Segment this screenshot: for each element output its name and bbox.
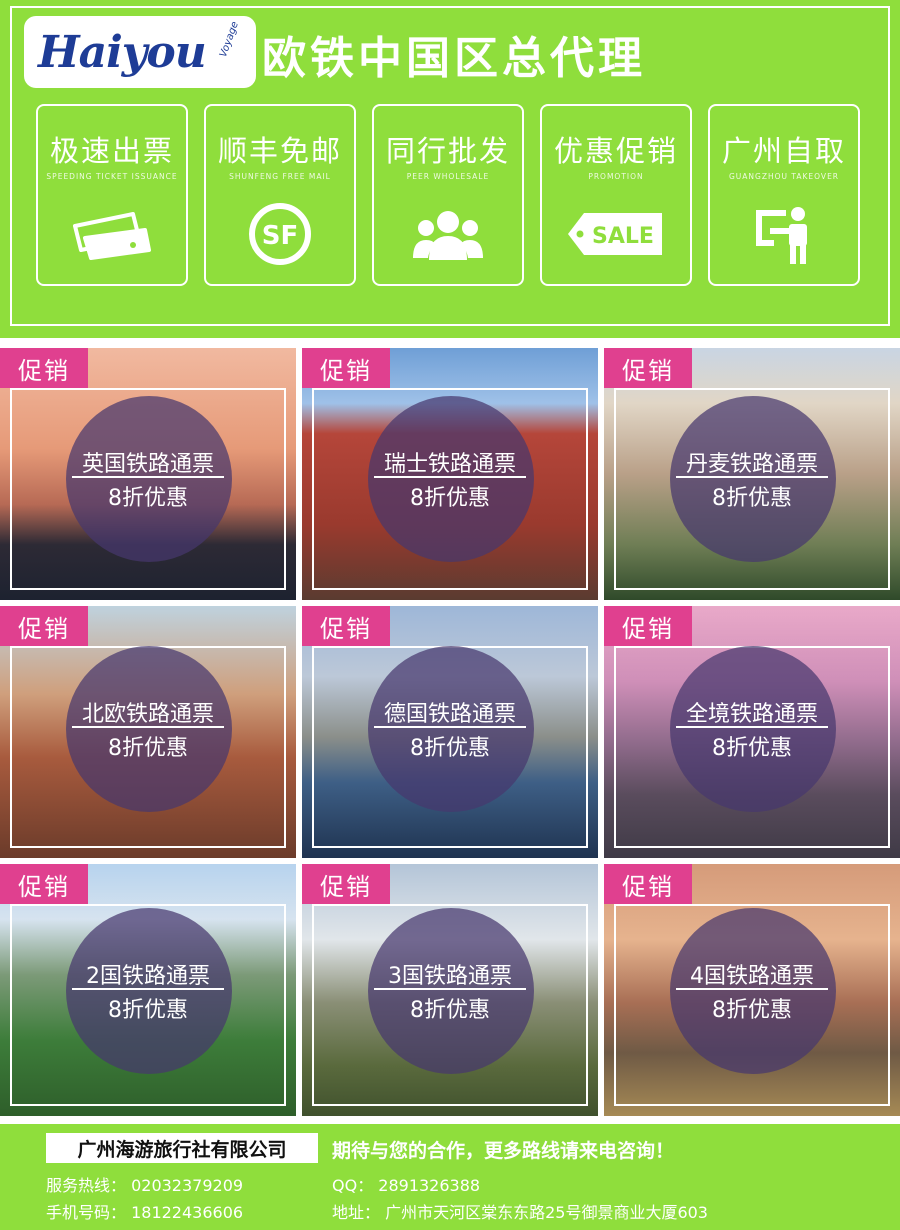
title-circle	[368, 646, 534, 812]
promo-tile: 促销丹麦铁路通票 8折优惠	[604, 348, 900, 600]
divider	[676, 726, 828, 728]
promo-tile: 促销瑞士铁路通票 8折优惠	[302, 348, 598, 600]
promo-tile: 促销英国铁路通票 8折优惠	[0, 348, 296, 600]
discount-label: 8折优惠	[712, 736, 792, 761]
rail-pass-name: 瑞士铁路通票	[383, 452, 516, 477]
divider	[374, 726, 526, 728]
sale-tag-icon: SALE	[542, 202, 690, 266]
promo-tag: 促销	[0, 348, 88, 388]
flyer-page: Haiyou Voyage 欧铁中国区总代理 极速出票 SPEEDING TIC…	[0, 0, 900, 1230]
promo-tag: 促销	[0, 864, 88, 904]
feature-title: 极速出票	[49, 134, 174, 168]
ticket-icon	[38, 202, 186, 266]
headline: 欧铁中国区总代理	[262, 33, 646, 84]
title-circle	[670, 396, 836, 562]
divider	[72, 476, 224, 478]
logo-subtitle: Voyage	[218, 20, 242, 59]
promo-tag: 促销	[302, 606, 390, 646]
rail-pass-name: 全境铁路通票	[685, 702, 818, 727]
divider	[374, 988, 526, 990]
sf-express-icon: SF	[206, 202, 354, 266]
divider	[72, 726, 224, 728]
divider	[374, 476, 526, 478]
sale-icon-text: SALE	[592, 224, 654, 249]
feature-subtitle: PROMOTION	[588, 172, 644, 181]
rail-pass-name: 3国铁路通票	[388, 964, 512, 989]
promo-tile: 促销北欧铁路通票 8折优惠	[0, 606, 296, 858]
rail-pass-name: 2国铁路通票	[86, 964, 210, 989]
promo-tag: 促销	[604, 606, 692, 646]
discount-label: 8折优惠	[108, 998, 188, 1023]
divider	[72, 988, 224, 990]
header-banner: Haiyou Voyage 欧铁中国区总代理 极速出票 SPEEDING TIC…	[0, 0, 900, 338]
promo-tile: 促销 2国铁路通票 8折优惠	[0, 864, 296, 1116]
feature-title: 优惠促销	[553, 134, 678, 168]
feature-fast-ticket: 极速出票 SPEEDING TICKET ISSUANCE	[36, 104, 188, 286]
promo-tag: 促销	[604, 864, 692, 904]
discount-label: 8折优惠	[108, 736, 188, 761]
feature-title: 顺丰免邮	[217, 134, 342, 168]
feature-title: 广州自取	[721, 134, 846, 168]
service-hotline: 服务热线： 02032379209	[46, 1176, 244, 1195]
self-pickup-icon	[710, 202, 858, 266]
title-circle	[368, 396, 534, 562]
company-name: 广州海游旅行社有限公司	[46, 1133, 318, 1163]
slogan: 期待与您的合作，更多路线请来电咨询！	[332, 1140, 675, 1162]
promo-tile: 促销 4国铁路通票 8折优惠	[604, 864, 900, 1116]
promo-tag: 促销	[604, 348, 692, 388]
feature-promotion: 优惠促销 PROMOTION SALE	[540, 104, 692, 286]
qq-number: QQ： 2891326388	[332, 1176, 481, 1195]
discount-label: 8折优惠	[410, 998, 490, 1023]
title-circle	[66, 396, 232, 562]
rail-pass-name: 北欧铁路通票	[81, 702, 214, 727]
discount-label: 8折优惠	[108, 486, 188, 511]
footer: 广州海游旅行社有限公司 期待与您的合作，更多路线请来电咨询！ 服务热线： 020…	[0, 1124, 900, 1230]
rail-pass-name: 丹麦铁路通票	[685, 452, 818, 477]
brand-logo: Haiyou Voyage	[24, 16, 256, 88]
svg-text:SF: SF	[262, 221, 299, 251]
promo-tag: 促销	[0, 606, 88, 646]
feature-title: 同行批发	[385, 134, 510, 168]
discount-label: 8折优惠	[410, 736, 490, 761]
divider	[676, 476, 828, 478]
feature-sf-free-mail: 顺丰免邮 SHUNFENG FREE MAIL SF	[204, 104, 356, 286]
group-icon	[374, 202, 522, 266]
divider	[676, 988, 828, 990]
feature-subtitle: PEER WHOLESALE	[406, 172, 490, 181]
promo-tile: 促销德国铁路通票 8折优惠	[302, 606, 598, 858]
title-circle	[66, 646, 232, 812]
mobile-number: 手机号码： 18122436606	[46, 1203, 244, 1222]
title-circle	[670, 646, 836, 812]
feature-subtitle: SHUNFENG FREE MAIL	[229, 172, 331, 181]
promo-tile: 促销全境铁路通票 8折优惠	[604, 606, 900, 858]
discount-label: 8折优惠	[410, 486, 490, 511]
title-circle	[368, 908, 534, 1074]
address: 地址： 广州市天河区棠东东路25号御景商业大厦603	[332, 1203, 708, 1222]
promo-tag: 促销	[302, 864, 390, 904]
feature-peer-wholesale: 同行批发 PEER WHOLESALE	[372, 104, 524, 286]
feature-list: 极速出票 SPEEDING TICKET ISSUANCE 顺丰免邮 SHUNF…	[36, 104, 860, 286]
feature-guangzhou-pickup: 广州自取 GUANGZHOU TAKEOVER	[708, 104, 860, 286]
logo-wordmark: Haiyou	[38, 26, 207, 78]
feature-subtitle: GUANGZHOU TAKEOVER	[728, 172, 840, 181]
discount-label: 8折优惠	[712, 486, 792, 511]
promo-tag: 促销	[302, 348, 390, 388]
title-circle	[66, 908, 232, 1074]
title-circle	[670, 908, 836, 1074]
discount-label: 8折优惠	[712, 998, 792, 1023]
feature-subtitle: SPEEDING TICKET ISSUANCE	[46, 172, 178, 181]
rail-pass-name: 英国铁路通票	[81, 452, 214, 477]
promo-tile: 促销 3国铁路通票 8折优惠	[302, 864, 598, 1116]
rail-pass-name: 德国铁路通票	[383, 702, 516, 727]
rail-pass-name: 4国铁路通票	[690, 964, 814, 989]
